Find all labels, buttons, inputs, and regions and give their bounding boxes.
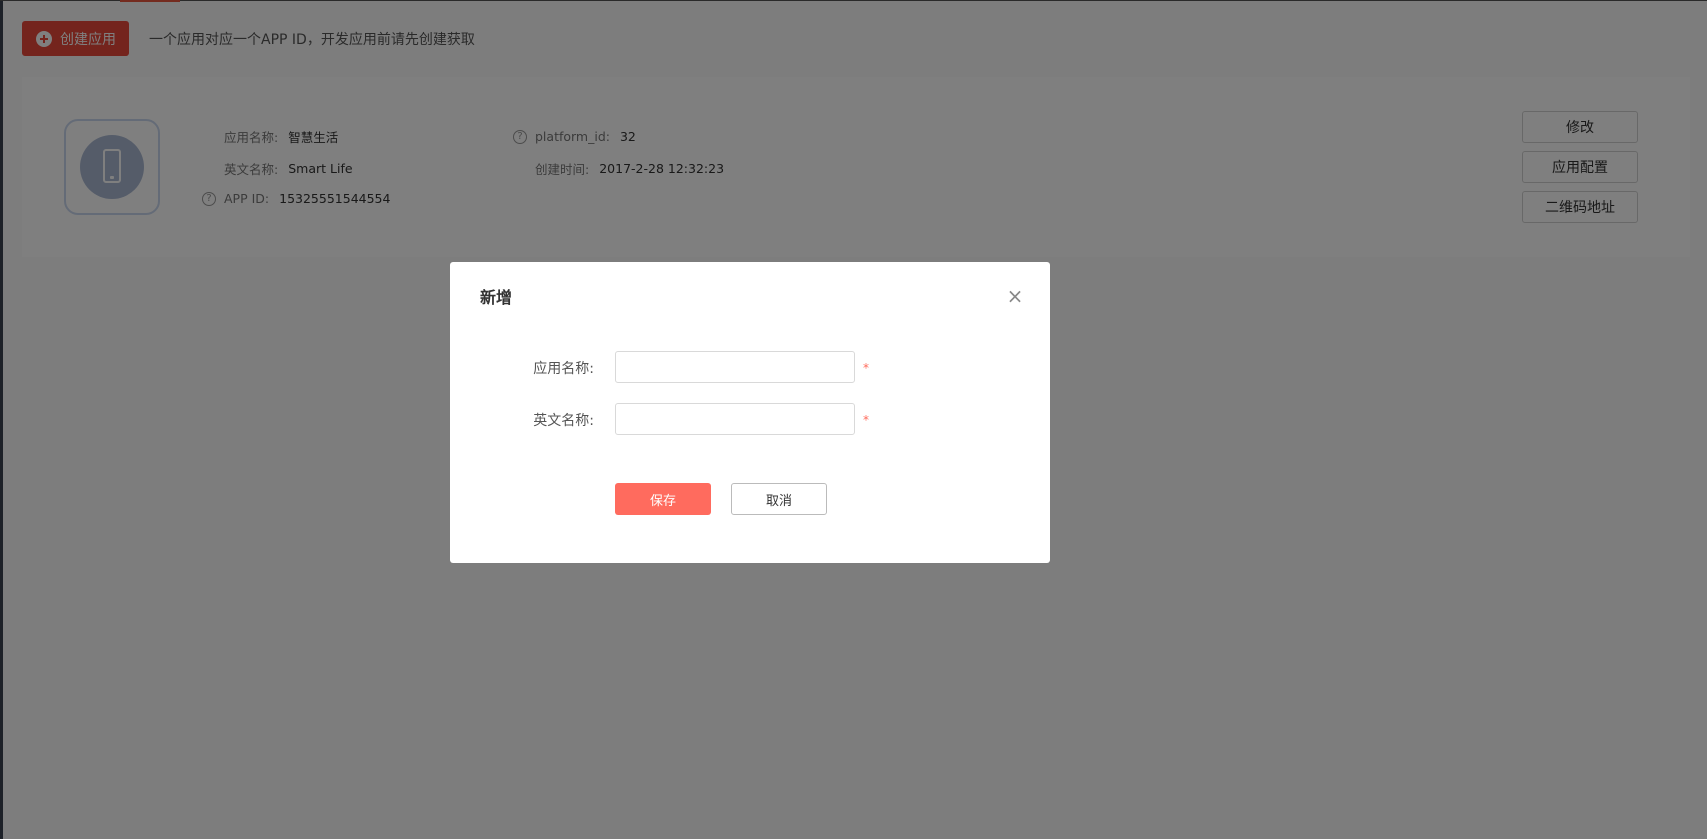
english-name-input[interactable] — [615, 403, 855, 435]
english-name-form-row: 英文名称: * — [450, 403, 1050, 435]
app-name-form-row: 应用名称: * — [450, 351, 1050, 383]
add-app-dialog: 新增 × 应用名称: * 英文名称: * 保存 取消 — [450, 262, 1050, 563]
save-button[interactable]: 保存 — [615, 483, 711, 515]
required-marker: * — [863, 361, 869, 375]
required-marker: * — [863, 413, 869, 427]
english-name-field-label: 英文名称: — [533, 413, 594, 429]
cancel-button[interactable]: 取消 — [731, 483, 827, 515]
app-name-input[interactable] — [615, 351, 855, 383]
app-name-field-label: 应用名称: — [533, 361, 594, 377]
dialog-title: 新增 — [480, 288, 513, 307]
page: 创建应用 一个应用对应一个APP ID，开发应用前请先创建获取 应用名称: 智慧… — [0, 0, 1707, 839]
close-icon[interactable]: × — [1005, 286, 1025, 306]
